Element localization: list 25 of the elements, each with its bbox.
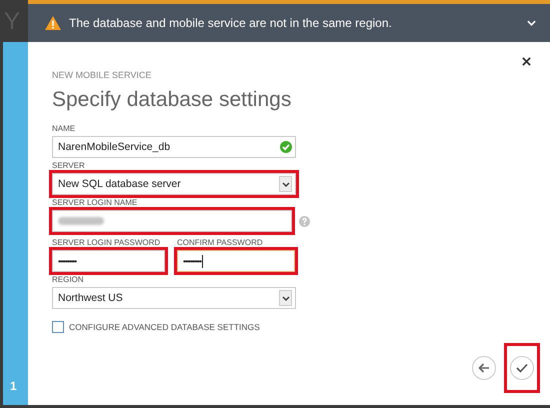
field-label: SERVER LOGIN PASSWORD [52,238,162,247]
finish-button[interactable] [510,356,534,380]
checkbox-label: CONFIGURE ADVANCED DATABASE SETTINGS [69,322,260,332]
step-number: 1 [10,379,17,393]
warning-icon [44,15,62,31]
dropdown[interactable]: New SQL database server [52,173,296,195]
notification-message: The database and mobile service are not in the same region. [69,16,393,30]
field-label: REGION [52,275,85,284]
field-label: SERVER LOGIN NAME [52,198,138,207]
input-field[interactable]: NarenMobileService_db [52,136,296,158]
back-arrow-icon [478,363,490,373]
chevron-down-icon[interactable] [527,20,536,26]
checkbox[interactable] [52,321,64,333]
wizard-subtitle: NEW MOBILE SERVICE [52,70,152,80]
password-field[interactable]: •••••••••• [177,250,295,272]
field-label: CONFIRM PASSWORD [177,238,264,247]
close-icon[interactable] [522,57,531,66]
redacted-value [58,217,104,225]
checkmark-icon [516,363,528,373]
field-label: NAME [52,124,76,133]
field-label: SERVER [52,161,86,170]
back-button[interactable] [472,356,496,380]
dropdown[interactable]: Northwest US [52,287,296,309]
wizard-title: Specify database settings [52,88,292,112]
password-field[interactable]: •••••••••• [52,250,165,272]
